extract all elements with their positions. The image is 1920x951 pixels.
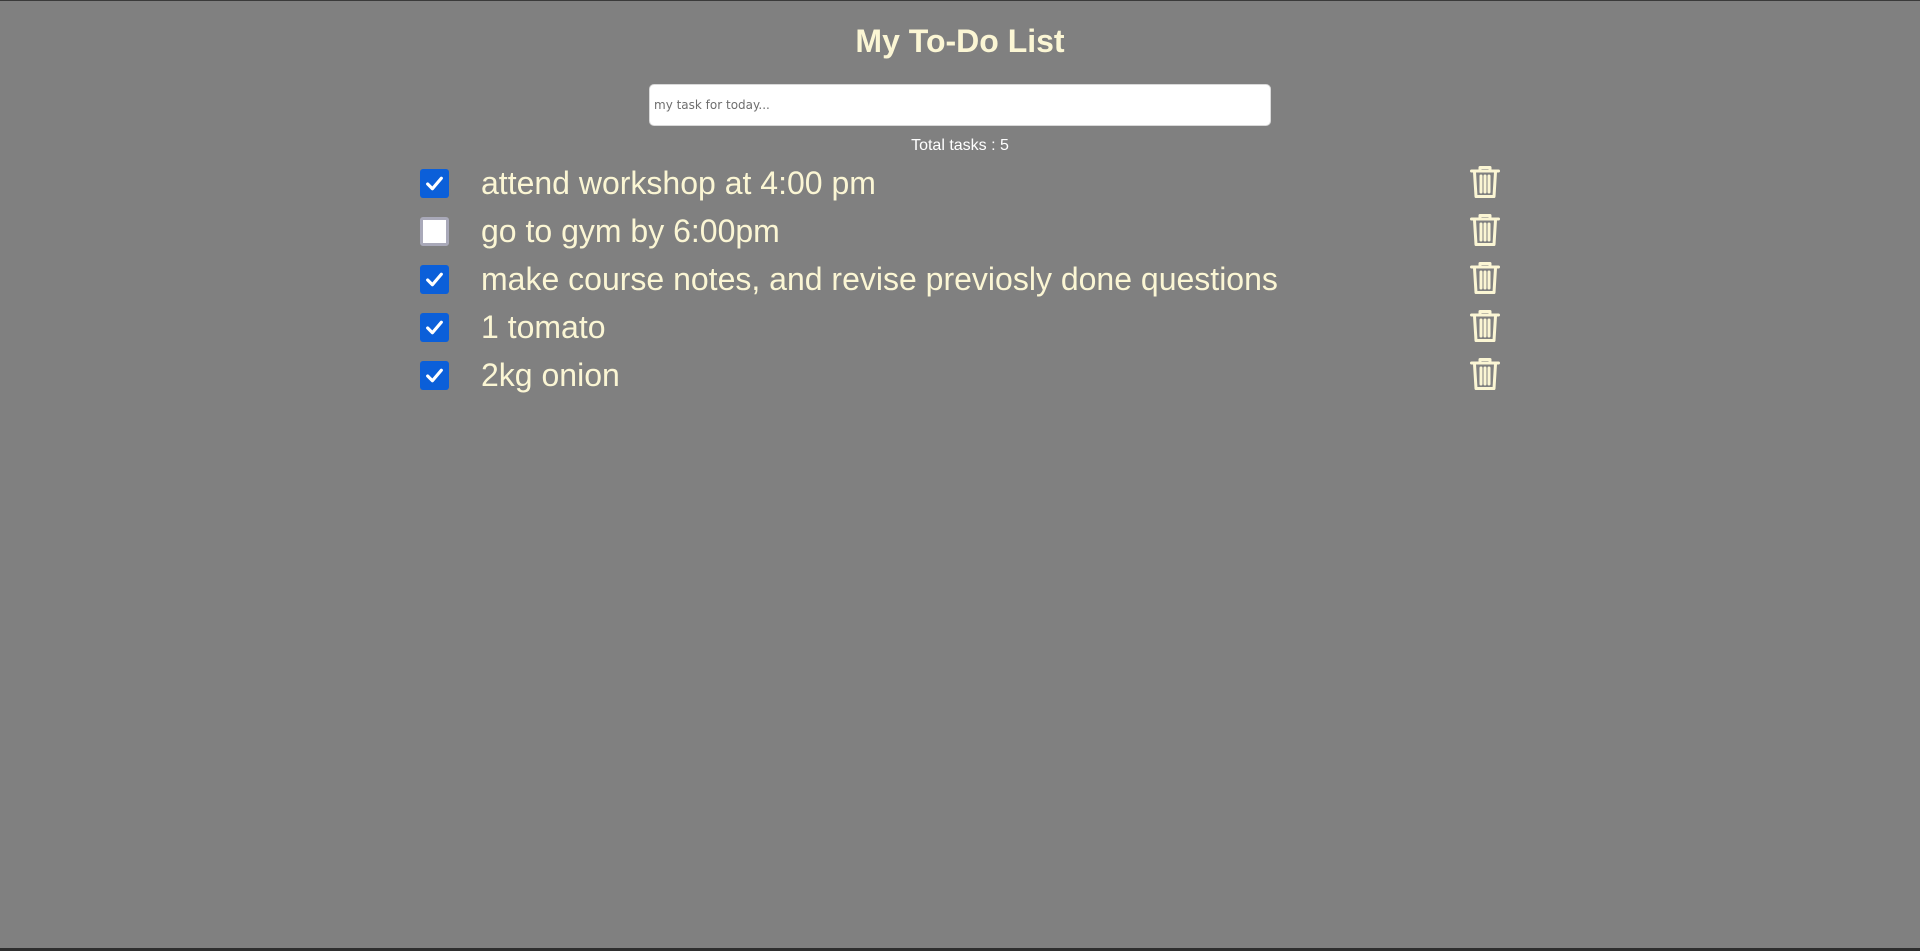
task-list: attend workshop at 4:00 pm go to gym by …: [420, 159, 1500, 399]
total-tasks-count: Total tasks : 5: [911, 137, 1009, 154]
task-checkbox[interactable]: [420, 169, 449, 198]
task-item: attend workshop at 4:00 pm: [420, 159, 1500, 207]
task-item: make course notes, and revise previosly …: [420, 255, 1500, 303]
checkmark-icon: [426, 320, 443, 335]
checkmark-icon: [426, 176, 443, 191]
trash-icon[interactable]: [1467, 356, 1503, 392]
task-checkbox[interactable]: [420, 265, 449, 294]
trash-icon[interactable]: [1467, 260, 1503, 296]
trash-icon[interactable]: [1467, 164, 1503, 200]
task-checkbox[interactable]: [420, 217, 449, 246]
task-text: 2kg onion: [481, 357, 620, 393]
task-text: 1 tomato: [481, 309, 606, 345]
trash-icon[interactable]: [1467, 212, 1503, 248]
task-item: 2kg onion: [420, 351, 1500, 399]
trash-icon[interactable]: [1467, 308, 1503, 344]
task-item: 1 tomato: [420, 303, 1500, 351]
task-text: go to gym by 6:00pm: [481, 213, 780, 249]
task-input[interactable]: [649, 84, 1271, 126]
task-text: attend workshop at 4:00 pm: [481, 165, 876, 201]
page-title: My To-Do List: [855, 23, 1065, 59]
task-item: go to gym by 6:00pm: [420, 207, 1500, 255]
task-text: make course notes, and revise previosly …: [481, 261, 1278, 297]
checkmark-icon: [426, 368, 443, 383]
task-checkbox[interactable]: [420, 313, 449, 342]
checkmark-icon: [426, 272, 443, 287]
task-checkbox[interactable]: [420, 361, 449, 390]
